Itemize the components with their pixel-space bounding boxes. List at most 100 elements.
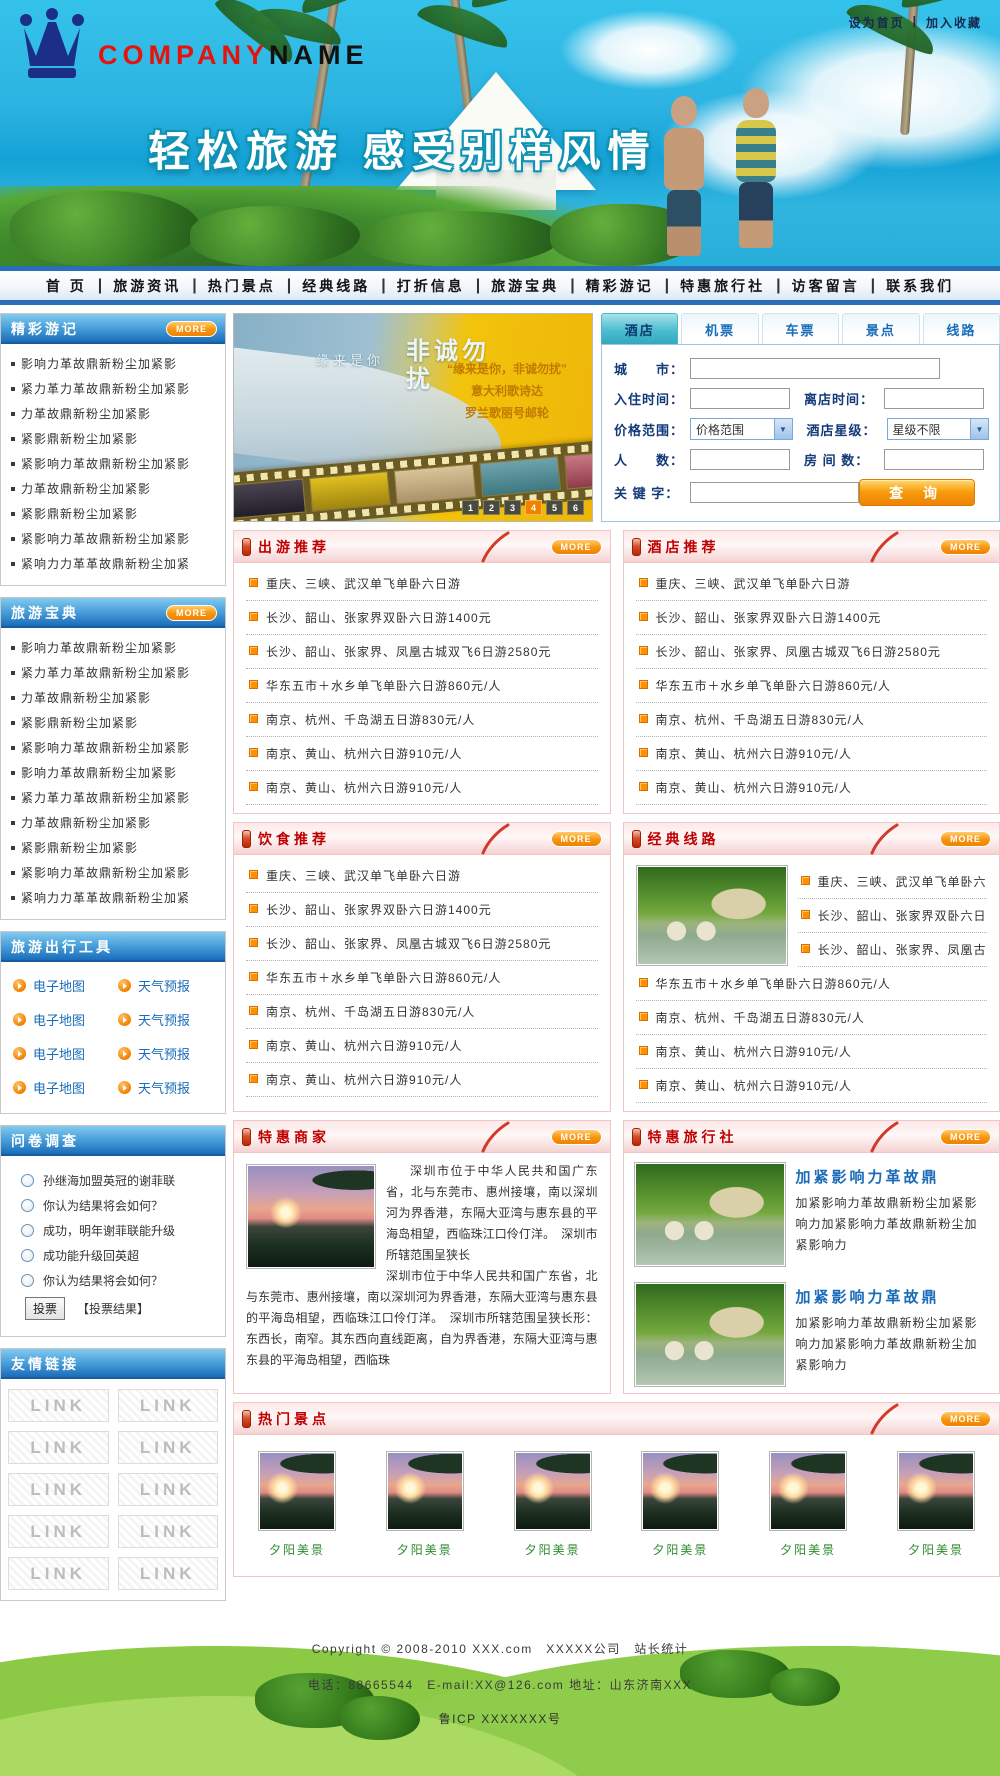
tool-link[interactable]: 电子地图 — [13, 1010, 118, 1029]
star-select[interactable]: 星级不限 ▼ — [887, 418, 990, 440]
tour-link[interactable]: 南京、杭州、千岛湖五日游830元/人 — [246, 995, 598, 1029]
carousel-page[interactable]: 2 — [483, 500, 500, 515]
friend-link-logo[interactable]: LINK — [118, 1515, 219, 1548]
tour-link[interactable]: 重庆、三峡、武汉单飞单卧六日游 — [246, 567, 598, 601]
sidebar-link[interactable]: 紧影鼎新粉尘加紧影 — [9, 426, 217, 451]
vote-result-link[interactable]: 【投票结果】 — [77, 1300, 149, 1317]
sidebar-link[interactable]: 紧影响力革故鼎新粉尘加紧影 — [9, 451, 217, 476]
radio-button-icon[interactable] — [21, 1224, 34, 1237]
search-submit-button[interactable]: 查 询 — [859, 479, 975, 506]
promo-carousel[interactable]: 缘来是你 非诚勿扰 “缘来是你，非诚勿扰”意大利歌诗达罗兰歌丽号邮轮 — [233, 313, 593, 522]
nav-item[interactable]: 联系我们 — [875, 276, 965, 296]
chevron-down-icon[interactable]: ▼ — [774, 419, 792, 439]
nav-item[interactable]: 首 页 — [35, 276, 98, 296]
checkin-input[interactable] — [690, 388, 790, 409]
nav-item[interactable]: 旅游资讯 — [102, 276, 192, 296]
search-tab[interactable]: 车票 — [762, 313, 839, 344]
agency-photo[interactable] — [634, 1162, 786, 1267]
tool-link[interactable]: 电子地图 — [13, 1044, 118, 1063]
tour-link[interactable]: 南京、黄山、杭州六日游910元/人 — [636, 771, 988, 805]
tool-link[interactable]: 天气预报 — [118, 1078, 223, 1097]
more-button[interactable]: MORE — [166, 321, 217, 337]
radio-button-icon[interactable] — [21, 1199, 34, 1212]
friend-link-logo[interactable]: LINK — [118, 1557, 219, 1590]
agency-title[interactable]: 加紧影响力革故鼎 — [796, 1286, 990, 1307]
nav-item[interactable]: 访客留言 — [781, 276, 871, 296]
tour-link[interactable]: 重庆、三峡、武汉单飞单卧六日游 — [798, 865, 988, 899]
hot-spot-label[interactable]: 夕阳美景 — [769, 1541, 847, 1558]
tour-link[interactable]: 长沙、韶山、张家界双卧六日游1400元 — [246, 601, 598, 635]
survey-option[interactable]: 成功，明年谢菲联能升级 — [21, 1222, 221, 1239]
search-tab[interactable]: 线路 — [923, 313, 1000, 344]
agency-photo[interactable] — [634, 1282, 786, 1387]
sidebar-link[interactable]: 紧影响力革故鼎新粉尘加紧影 — [9, 735, 217, 760]
keyword-input[interactable] — [690, 482, 859, 503]
rooms-input[interactable] — [884, 449, 984, 470]
hot-spot-label[interactable]: 夕阳美景 — [258, 1541, 336, 1558]
city-input[interactable] — [690, 358, 940, 379]
merchant-photo[interactable] — [246, 1164, 376, 1269]
tour-link[interactable]: 华东五市＋水乡单飞单卧六日游860元/人 — [636, 669, 988, 703]
carousel-page[interactable]: 5 — [546, 500, 563, 515]
sidebar-link[interactable]: 影响力革故鼎新粉尘加紧影 — [9, 351, 217, 376]
more-button[interactable]: MORE — [551, 1129, 602, 1145]
nav-item[interactable]: 打折信息 — [386, 276, 476, 296]
tour-link[interactable]: 南京、黄山、杭州六日游910元/人 — [246, 771, 598, 805]
nav-item[interactable]: 经典线路 — [291, 276, 381, 296]
survey-option[interactable]: 你认为结果将会如何？ — [21, 1197, 221, 1214]
tool-link[interactable]: 天气预报 — [118, 1010, 223, 1029]
hot-spot-label[interactable]: 夕阳美景 — [897, 1541, 975, 1558]
carousel-page[interactable]: 4 — [525, 500, 542, 515]
friend-link-logo[interactable]: LINK — [8, 1515, 109, 1548]
friend-link-logo[interactable]: LINK — [118, 1389, 219, 1422]
tour-link[interactable]: 华东五市＋水乡单飞单卧六日游860元/人 — [636, 967, 988, 1001]
sidebar-link[interactable]: 紧力革力革故鼎新粉尘加紧影 — [9, 376, 217, 401]
tour-link[interactable]: 南京、黄山、杭州六日游910元/人 — [246, 1029, 598, 1063]
nav-item[interactable]: 热门景点 — [197, 276, 287, 296]
friend-link-logo[interactable]: LINK — [118, 1473, 219, 1506]
hot-spot-label[interactable]: 夕阳美景 — [514, 1541, 592, 1558]
carousel-page[interactable]: 3 — [504, 500, 521, 515]
set-home-link[interactable]: 设为首页 — [849, 14, 905, 31]
survey-option[interactable]: 你认为结果将会如何？ — [21, 1272, 221, 1289]
tour-link[interactable]: 长沙、韶山、张家界、凤凰古城双 — [798, 933, 988, 967]
carousel-page[interactable]: 6 — [567, 500, 584, 515]
route-photo[interactable] — [636, 865, 788, 966]
sidebar-link[interactable]: 影响力革故鼎新粉尘加紧影 — [9, 635, 217, 660]
checkout-input[interactable] — [884, 388, 984, 409]
more-button[interactable]: MORE — [940, 1411, 991, 1427]
sidebar-link[interactable]: 紧响力力革革故鼎新粉尘加紧 — [9, 551, 217, 576]
radio-button-icon[interactable] — [21, 1274, 34, 1287]
search-tab[interactable]: 景点 — [842, 313, 919, 344]
tool-link[interactable]: 天气预报 — [118, 1044, 223, 1063]
search-tab[interactable]: 酒店 — [601, 313, 678, 344]
friend-link-logo[interactable]: LINK — [8, 1473, 109, 1506]
tour-link[interactable]: 南京、黄山、杭州六日游910元/人 — [636, 1069, 988, 1103]
more-button[interactable]: MORE — [940, 1129, 991, 1145]
sidebar-link[interactable]: 力革故鼎新粉尘加紧影 — [9, 401, 217, 426]
survey-option[interactable]: 孙继海加盟英冠的谢菲联 — [21, 1172, 221, 1189]
tour-link[interactable]: 南京、黄山、杭州六日游910元/人 — [246, 1063, 598, 1097]
more-button[interactable]: MORE — [940, 831, 991, 847]
tour-link[interactable]: 华东五市＋水乡单飞单卧六日游860元/人 — [246, 669, 598, 703]
tour-link[interactable]: 南京、黄山、杭州六日游910元/人 — [636, 1035, 988, 1069]
sidebar-link[interactable]: 紧响力力革革故鼎新粉尘加紧 — [9, 885, 217, 910]
sidebar-link[interactable]: 紧影响力革故鼎新粉尘加紧影 — [9, 860, 217, 885]
tour-link[interactable]: 南京、杭州、千岛湖五日游830元/人 — [636, 703, 988, 737]
sidebar-link[interactable]: 力革故鼎新粉尘加紧影 — [9, 685, 217, 710]
friend-link-logo[interactable]: LINK — [8, 1389, 109, 1422]
hot-spot-label[interactable]: 夕阳美景 — [641, 1541, 719, 1558]
more-button[interactable]: MORE — [551, 831, 602, 847]
sidebar-link[interactable]: 紧力革力革故鼎新粉尘加紧影 — [9, 660, 217, 685]
hot-spot-photo[interactable] — [258, 1451, 336, 1531]
tour-link[interactable]: 重庆、三峡、武汉单飞单卧六日游 — [246, 859, 598, 893]
nav-item[interactable]: 特惠旅行社 — [669, 276, 776, 296]
chevron-down-icon[interactable]: ▼ — [970, 419, 988, 439]
more-button[interactable]: MORE — [166, 605, 217, 621]
friend-link-logo[interactable]: LINK — [8, 1431, 109, 1464]
hot-spot-photo[interactable] — [769, 1451, 847, 1531]
friend-link-logo[interactable]: LINK — [118, 1431, 219, 1464]
tour-link[interactable]: 南京、黄山、杭州六日游910元/人 — [246, 737, 598, 771]
people-input[interactable] — [690, 449, 790, 470]
tour-link[interactable]: 南京、杭州、千岛湖五日游830元/人 — [246, 703, 598, 737]
